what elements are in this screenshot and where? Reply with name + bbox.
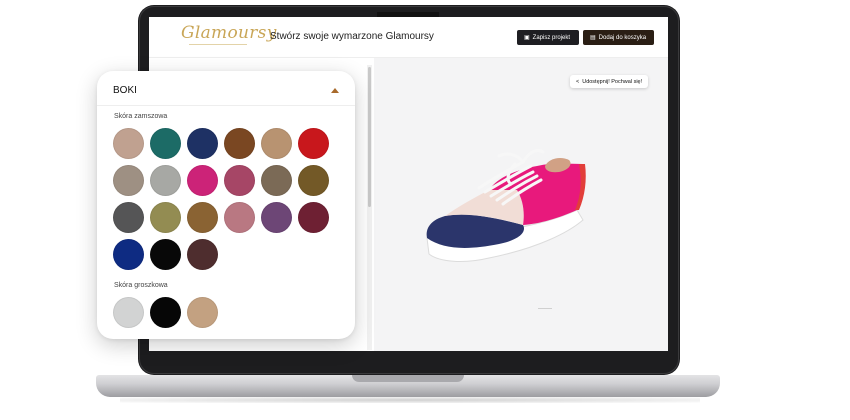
color-swatch[interactable] xyxy=(187,165,218,196)
panel-divider xyxy=(97,105,355,106)
logo-underline xyxy=(189,44,247,45)
color-swatch[interactable] xyxy=(224,128,255,159)
color-swatch[interactable] xyxy=(113,202,144,233)
color-swatch[interactable] xyxy=(224,165,255,196)
color-swatch[interactable] xyxy=(150,128,181,159)
color-swatch[interactable] xyxy=(187,128,218,159)
save-project-label: Zapisz projekt xyxy=(532,34,571,41)
color-swatch[interactable] xyxy=(298,165,329,196)
panel-title: BOKI xyxy=(113,85,137,96)
laptop-base-notch xyxy=(352,375,464,382)
laptop-shadow xyxy=(120,397,700,403)
chevron-up-icon[interactable] xyxy=(331,88,339,93)
add-to-cart-button[interactable]: ▤ Dodaj do koszyka xyxy=(583,30,654,45)
color-swatch[interactable] xyxy=(150,202,181,233)
logo[interactable]: Glamoursy xyxy=(181,23,277,43)
section-label-suede: Skóra zamszowa xyxy=(114,113,168,120)
panel-header[interactable]: BOKI xyxy=(113,85,339,99)
color-swatch[interactable] xyxy=(187,239,218,270)
color-swatch[interactable] xyxy=(150,297,181,328)
color-swatch[interactable] xyxy=(113,239,144,270)
panel-scrollbar-thumb[interactable] xyxy=(368,67,371,207)
section-label-pebbled: Skóra groszkowa xyxy=(114,282,168,289)
color-picker-panel: BOKI Skóra zamszowa Skóra groszkowa xyxy=(97,71,355,339)
save-project-button[interactable]: ▣ Zapisz projekt xyxy=(517,30,579,45)
save-icon: ▣ xyxy=(524,35,530,41)
color-swatch[interactable] xyxy=(261,202,292,233)
add-to-cart-label: Dodaj do koszyka xyxy=(598,34,647,41)
color-swatch[interactable] xyxy=(298,202,329,233)
sneaker-preview[interactable] xyxy=(419,140,599,280)
color-swatch[interactable] xyxy=(113,165,144,196)
share-button[interactable]: < Udostępnij! Pochwal się! xyxy=(570,75,649,88)
color-swatch[interactable] xyxy=(113,297,144,328)
color-swatch[interactable] xyxy=(224,202,255,233)
share-label: Udostępnij! Pochwal się! xyxy=(582,78,643,85)
color-swatch[interactable] xyxy=(298,128,329,159)
loading-indicator xyxy=(538,308,552,309)
color-swatch[interactable] xyxy=(187,202,218,233)
color-swatch[interactable] xyxy=(187,297,218,328)
share-icon: < xyxy=(576,78,580,85)
cart-icon: ▤ xyxy=(590,35,596,41)
color-swatch[interactable] xyxy=(261,128,292,159)
page-title: Stwórz swoje wymarzone Glamoursy xyxy=(270,31,434,42)
color-swatch[interactable] xyxy=(113,128,144,159)
color-swatch[interactable] xyxy=(150,165,181,196)
app-header: Glamoursy Stwórz swoje wymarzone Glamour… xyxy=(149,17,668,58)
color-swatch[interactable] xyxy=(261,165,292,196)
color-swatch[interactable] xyxy=(150,239,181,270)
